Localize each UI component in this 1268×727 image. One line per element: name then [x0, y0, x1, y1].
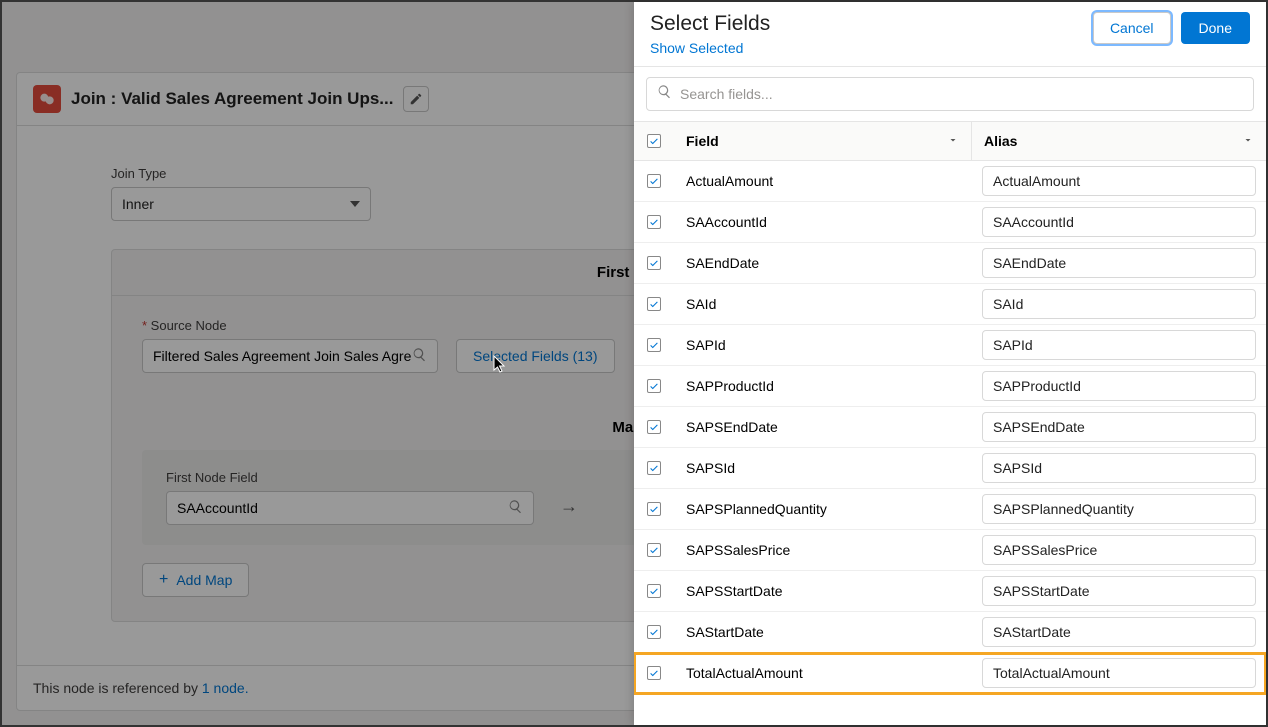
show-selected-link[interactable]: Show Selected — [650, 40, 770, 56]
alias-input[interactable] — [982, 207, 1256, 237]
alias-input[interactable] — [982, 166, 1256, 196]
row-checkbox[interactable] — [647, 174, 661, 188]
field-column-label: Field — [686, 133, 719, 149]
field-cell: SAAccountId — [674, 202, 972, 242]
table-row: SAId — [634, 284, 1266, 325]
alias-input[interactable] — [982, 658, 1256, 688]
table-row: SAPSId — [634, 448, 1266, 489]
chevron-down-icon — [1242, 133, 1254, 149]
done-button[interactable]: Done — [1181, 12, 1250, 44]
alias-input[interactable] — [982, 576, 1256, 606]
search-icon — [657, 84, 672, 104]
field-cell: TotalActualAmount — [674, 653, 972, 693]
table-header: Field Alias — [634, 121, 1266, 161]
alias-input[interactable] — [982, 371, 1256, 401]
row-checkbox[interactable] — [647, 502, 661, 516]
row-checkbox[interactable] — [647, 256, 661, 270]
row-checkbox[interactable] — [647, 666, 661, 680]
field-cell: SAPProductId — [674, 366, 972, 406]
table-row: SAAccountId — [634, 202, 1266, 243]
alias-input[interactable] — [982, 617, 1256, 647]
alias-input[interactable] — [982, 535, 1256, 565]
row-checkbox[interactable] — [647, 297, 661, 311]
select-all-checkbox[interactable] — [647, 134, 661, 148]
table-row: SAEndDate — [634, 243, 1266, 284]
row-checkbox[interactable] — [647, 461, 661, 475]
table-row: TotalActualAmount — [634, 653, 1266, 694]
alias-input[interactable] — [982, 248, 1256, 278]
search-input[interactable] — [680, 86, 1243, 102]
panel-search-wrap — [634, 67, 1266, 121]
field-cell: SAPSSalesPrice — [674, 530, 972, 570]
table-row: SAPSPlannedQuantity — [634, 489, 1266, 530]
row-checkbox[interactable] — [647, 215, 661, 229]
panel-title: Select Fields — [650, 12, 770, 36]
table-row: SAStartDate — [634, 612, 1266, 653]
row-checkbox[interactable] — [647, 379, 661, 393]
row-checkbox[interactable] — [647, 338, 661, 352]
field-column-header[interactable]: Field — [674, 122, 972, 160]
alias-input[interactable] — [982, 453, 1256, 483]
alias-column-label: Alias — [984, 133, 1017, 149]
alias-input[interactable] — [982, 330, 1256, 360]
cancel-button[interactable]: Cancel — [1093, 12, 1171, 44]
field-cell: SAStartDate — [674, 612, 972, 652]
alias-input[interactable] — [982, 412, 1256, 442]
alias-input[interactable] — [982, 494, 1256, 524]
table-row: SAPProductId — [634, 366, 1266, 407]
alias-column-header[interactable]: Alias — [972, 133, 1266, 149]
field-cell: ActualAmount — [674, 161, 972, 201]
field-cell: SAEndDate — [674, 243, 972, 283]
table-row: ActualAmount — [634, 161, 1266, 202]
rows-container: ActualAmountSAAccountIdSAEndDateSAIdSAPI… — [634, 161, 1266, 725]
alias-input[interactable] — [982, 289, 1256, 319]
field-cell: SAPSEndDate — [674, 407, 972, 447]
row-checkbox[interactable] — [647, 420, 661, 434]
select-fields-panel: Select Fields Show Selected Cancel Done … — [634, 2, 1266, 725]
field-cell: SAId — [674, 284, 972, 324]
table-row: SAPSSalesPrice — [634, 530, 1266, 571]
panel-header: Select Fields Show Selected Cancel Done — [634, 2, 1266, 67]
field-cell: SAPSPlannedQuantity — [674, 489, 972, 529]
table-row: SAPId — [634, 325, 1266, 366]
field-cell: SAPSStartDate — [674, 571, 972, 611]
field-cell: SAPSId — [674, 448, 972, 488]
chevron-down-icon — [947, 133, 959, 149]
field-cell: SAPId — [674, 325, 972, 365]
table-row: SAPSStartDate — [634, 571, 1266, 612]
row-checkbox[interactable] — [647, 584, 661, 598]
row-checkbox[interactable] — [647, 625, 661, 639]
table-row: SAPSEndDate — [634, 407, 1266, 448]
row-checkbox[interactable] — [647, 543, 661, 557]
search-input-wrap[interactable] — [646, 77, 1254, 111]
